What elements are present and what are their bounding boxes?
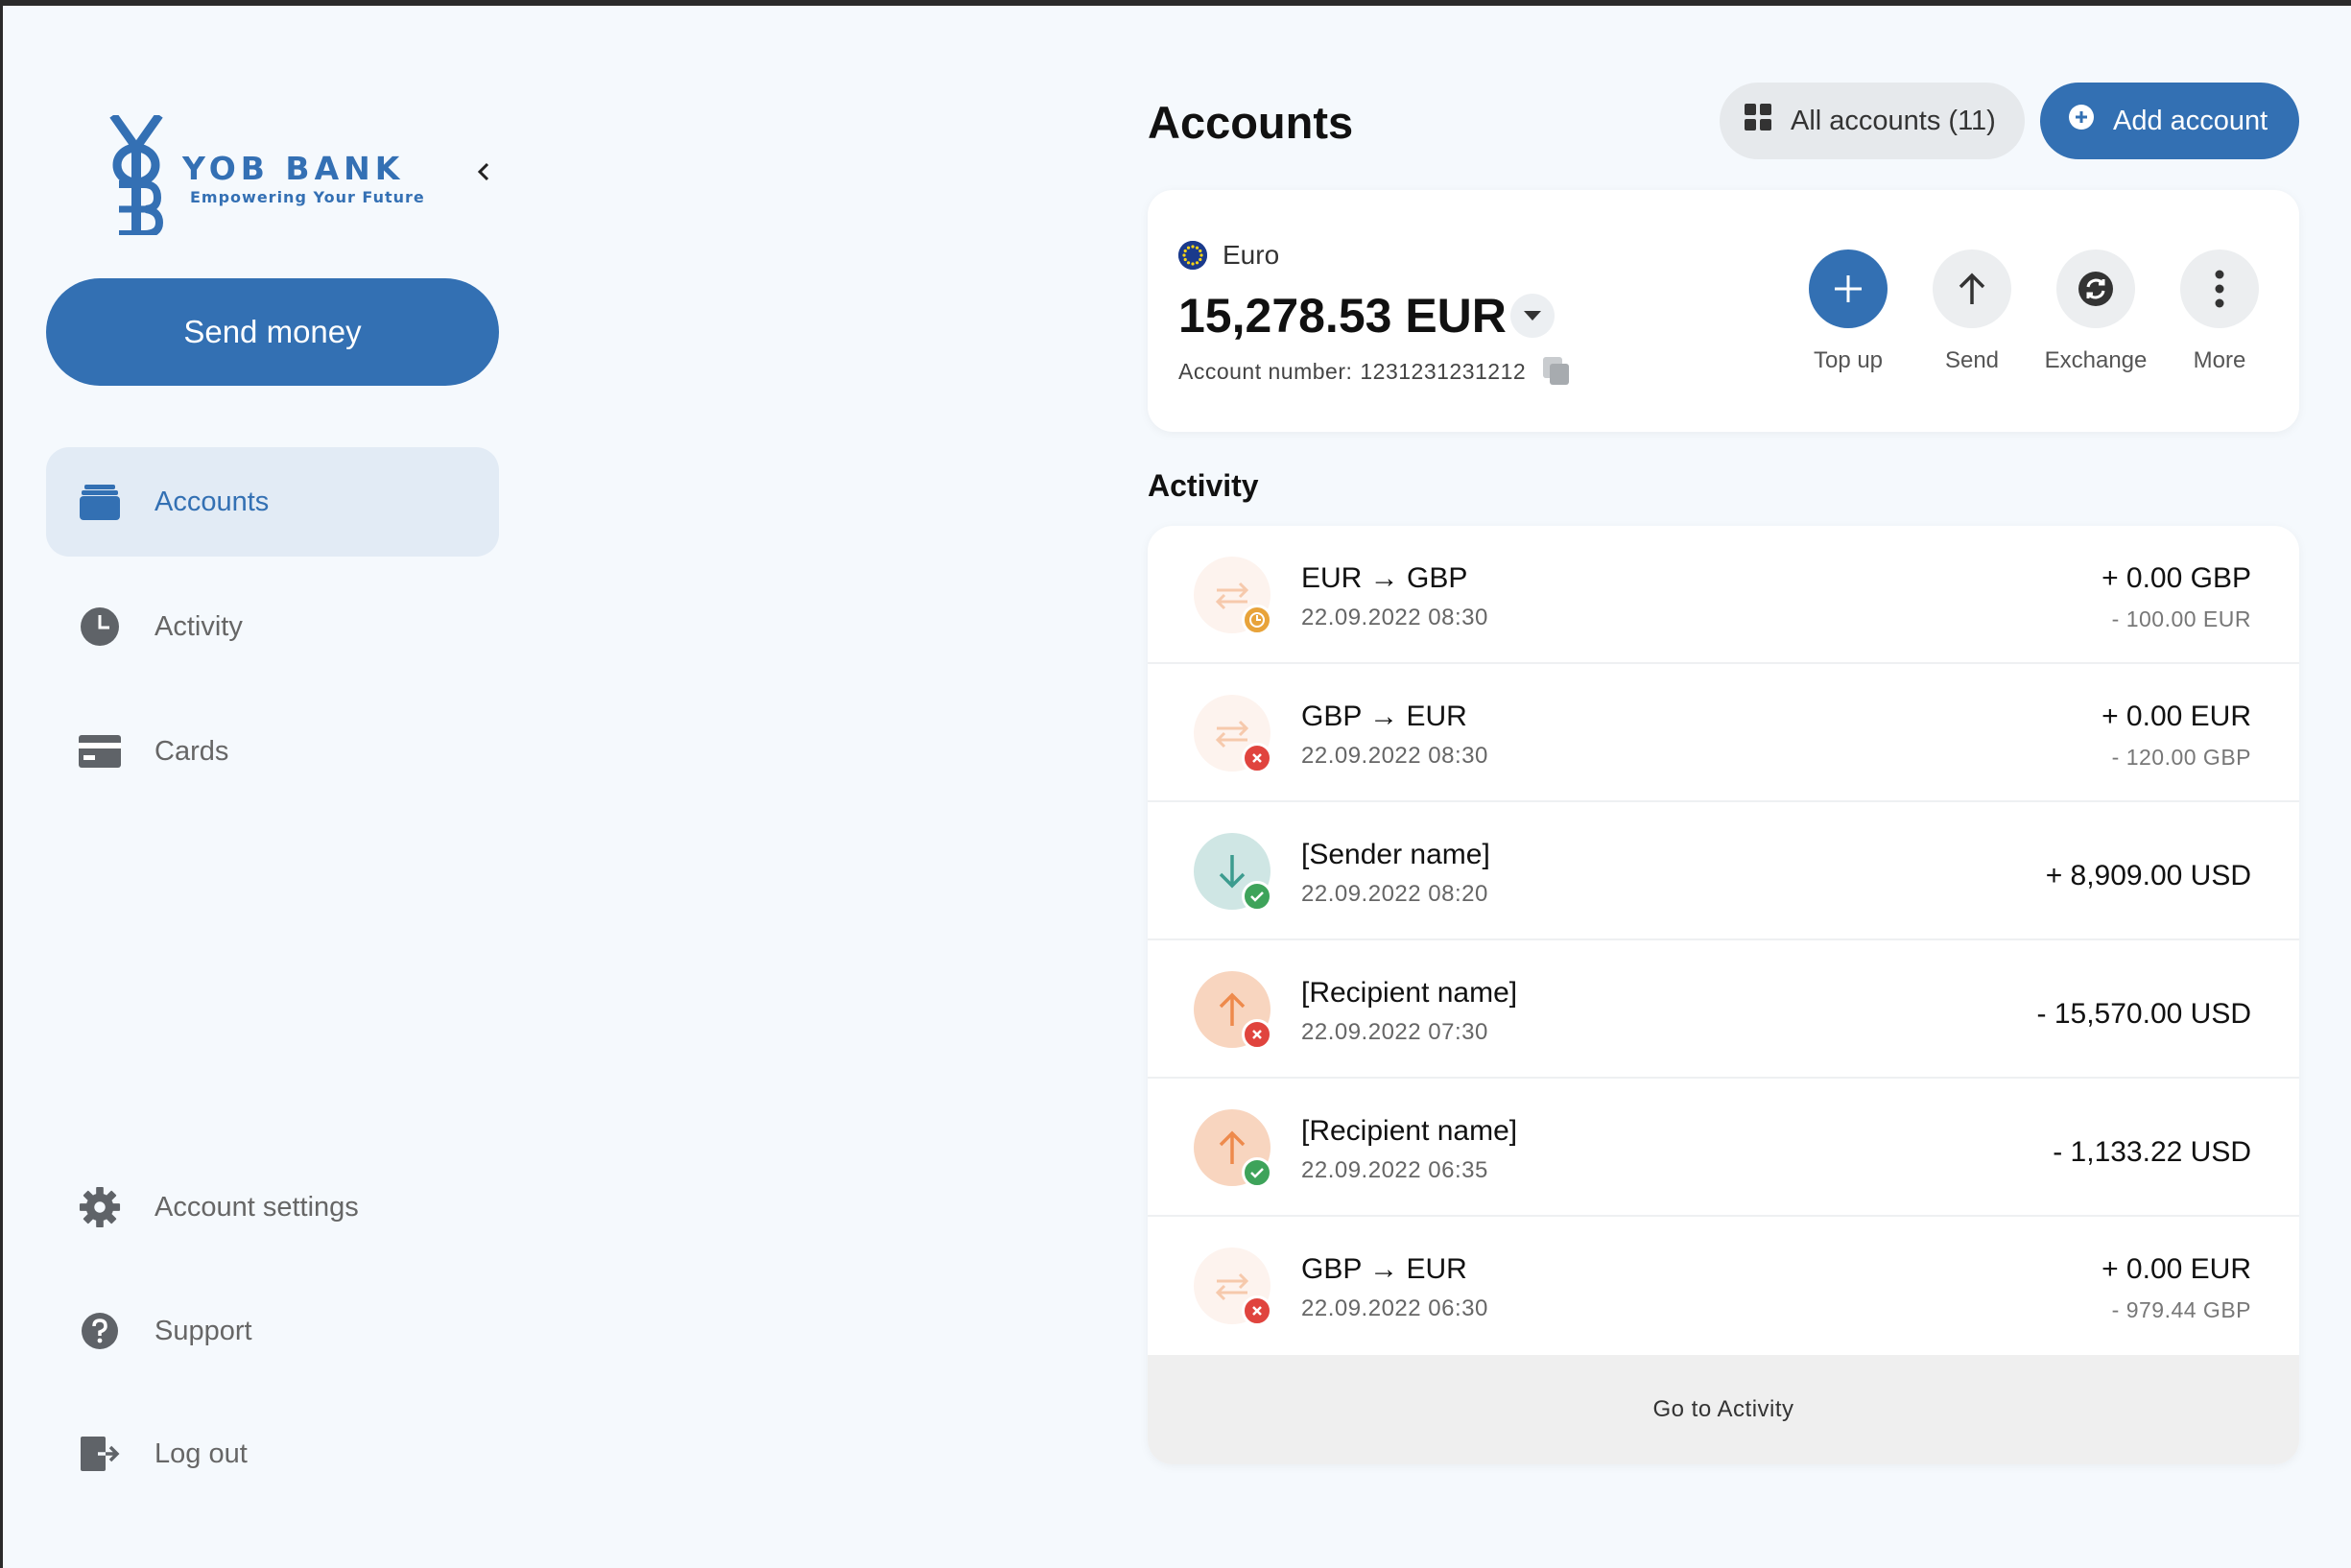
- chevron-left-icon: [477, 162, 489, 181]
- all-accounts-button[interactable]: All accounts (11): [1720, 83, 2025, 159]
- window-top-edge: [0, 0, 2351, 6]
- bank-logo-mark: [109, 115, 163, 235]
- plus-icon: [1809, 249, 1888, 328]
- arrow-up-icon: [1933, 249, 2011, 328]
- transaction-row[interactable]: GBP → EUR 22.09.2022 08:30 + 0.00 EUR - …: [1148, 664, 2299, 802]
- copy-icon[interactable]: [1543, 357, 1570, 386]
- sidebar-item-support[interactable]: Support: [46, 1276, 499, 1386]
- plus-circle-icon: [2069, 105, 2094, 137]
- transaction-title: [Sender name]: [1301, 839, 1490, 870]
- send-button[interactable]: Send: [1905, 249, 2039, 374]
- credit-card-icon: [79, 730, 121, 772]
- sidebar-item-label: Account settings: [154, 1191, 359, 1223]
- transaction-row[interactable]: [Sender name] 22.09.2022 08:20 + 8,909.0…: [1148, 802, 2299, 940]
- pending-status-icon: [1242, 605, 1272, 635]
- transaction-amount: - 1,133.22 USD: [2053, 1136, 2251, 1168]
- sidebar-item-label: Log out: [154, 1437, 248, 1469]
- action-label: Send: [1944, 347, 2000, 373]
- logout-icon: [79, 1433, 121, 1475]
- sidebar-item-label: Support: [154, 1315, 252, 1346]
- help-icon: [79, 1310, 121, 1352]
- add-account-label: Add account: [2113, 105, 2268, 136]
- transaction-date: 22.09.2022 07:30: [1301, 1019, 1488, 1045]
- exchange-button[interactable]: Exchange: [2029, 249, 2163, 374]
- currency-name: Euro: [1223, 240, 1280, 270]
- transaction-title: [Recipient name]: [1301, 1115, 1518, 1147]
- sidebar-item-label: Activity: [154, 610, 243, 642]
- transaction-amount: - 15,570.00 USD: [2036, 998, 2251, 1030]
- exchange-icon: [2056, 249, 2135, 328]
- add-account-button[interactable]: Add account: [2040, 83, 2299, 159]
- action-label: Top up: [1813, 347, 1884, 373]
- grid-icon: [1745, 104, 1771, 138]
- wallet-icon: [79, 481, 121, 523]
- success-status-icon: [1242, 881, 1272, 912]
- account-number-label: Account number:: [1178, 358, 1353, 384]
- sidebar-item-cards[interactable]: Cards: [46, 697, 499, 806]
- go-to-activity-button[interactable]: Go to Activity: [1148, 1355, 2299, 1464]
- transaction-amount: + 0.00 GBP: [2102, 562, 2251, 594]
- action-label: Exchange: [2044, 347, 2148, 373]
- transaction-sub-amount: - 979.44 GBP: [2111, 1297, 2251, 1322]
- failed-status-icon: [1242, 1019, 1272, 1050]
- transaction-title: [Recipient name]: [1301, 977, 1518, 1009]
- send-money-button[interactable]: Send money: [46, 278, 499, 386]
- sidebar-item-label: Accounts: [154, 486, 270, 517]
- account-card: Euro 15,278.53 EUR Account number: 12312…: [1148, 190, 2299, 432]
- balance-dropdown-button[interactable]: [1510, 294, 1555, 338]
- sidebar-item-account-settings[interactable]: Account settings: [46, 1152, 499, 1262]
- caret-down-icon: [1524, 311, 1541, 321]
- failed-status-icon: [1242, 743, 1272, 773]
- action-label: More: [2193, 347, 2246, 373]
- failed-status-icon: [1242, 1295, 1272, 1326]
- transaction-amount: + 0.00 EUR: [2102, 701, 2251, 732]
- transaction-date: 22.09.2022 08:30: [1301, 743, 1488, 769]
- more-vertical-icon: [2180, 249, 2259, 328]
- currency-row: Euro: [1178, 240, 1279, 271]
- transaction-row[interactable]: EUR → GBP 22.09.2022 08:30 + 0.00 GBP - …: [1148, 526, 2299, 664]
- transaction-row[interactable]: [Recipient name] 22.09.2022 06:35 - 1,13…: [1148, 1079, 2299, 1217]
- more-button[interactable]: More: [2152, 249, 2287, 374]
- transaction-title: GBP → EUR: [1301, 1253, 1467, 1285]
- sidebar-item-accounts[interactable]: Accounts: [46, 447, 499, 557]
- bank-logo[interactable]: YOB BANK Empowering Your Future: [109, 115, 424, 235]
- transaction-date: 22.09.2022 06:35: [1301, 1157, 1488, 1183]
- sidebar-item-log-out[interactable]: Log out: [46, 1399, 499, 1509]
- transaction-row[interactable]: [Recipient name] 22.09.2022 07:30 - 15,5…: [1148, 940, 2299, 1079]
- activity-list: EUR → GBP 22.09.2022 08:30 + 0.00 GBP - …: [1148, 526, 2299, 1464]
- transaction-row[interactable]: GBP → EUR 22.09.2022 06:30 + 0.00 EUR - …: [1148, 1217, 2299, 1355]
- sidebar-item-label: Cards: [154, 735, 229, 767]
- sidebar-item-activity[interactable]: Activity: [46, 572, 499, 681]
- transaction-date: 22.09.2022 08:20: [1301, 881, 1488, 907]
- eu-flag-icon: [1178, 241, 1207, 270]
- account-balance: 15,278.53 EUR: [1178, 289, 1507, 343]
- account-number: 1231231231212: [1360, 358, 1527, 384]
- transaction-amount: + 8,909.00 USD: [2045, 860, 2251, 891]
- all-accounts-label: All accounts (11): [1791, 105, 1996, 136]
- top-up-button[interactable]: Top up: [1781, 249, 1915, 374]
- bank-name: YOB BANK: [182, 150, 405, 187]
- transaction-title: GBP → EUR: [1301, 701, 1467, 732]
- transaction-sub-amount: - 100.00 EUR: [2111, 606, 2251, 631]
- bank-tagline: Empowering Your Future: [190, 188, 425, 206]
- account-number-row: Account number: 1231231231212: [1178, 357, 1570, 386]
- clock-icon: [79, 606, 121, 648]
- page-title: Accounts: [1148, 97, 1354, 148]
- transaction-title: EUR → GBP: [1301, 562, 1468, 594]
- transaction-date: 22.09.2022 08:30: [1301, 605, 1488, 630]
- transaction-date: 22.09.2022 06:30: [1301, 1295, 1488, 1321]
- window-left-edge: [0, 6, 3, 1568]
- activity-section-title: Activity: [1148, 468, 1259, 503]
- transaction-amount: + 0.00 EUR: [2102, 1253, 2251, 1285]
- success-status-icon: [1242, 1157, 1272, 1188]
- gear-icon: [79, 1186, 121, 1228]
- collapse-sidebar-button[interactable]: [472, 156, 495, 187]
- transaction-sub-amount: - 120.00 GBP: [2111, 745, 2251, 770]
